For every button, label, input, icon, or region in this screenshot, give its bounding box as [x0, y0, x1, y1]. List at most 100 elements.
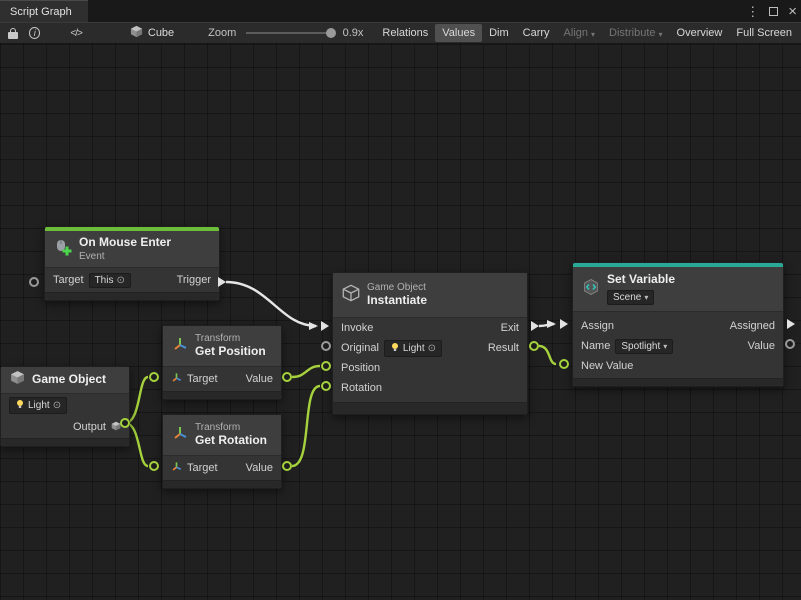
maximize-icon[interactable]: [769, 7, 778, 16]
lock-icon[interactable]: [8, 28, 17, 39]
wire-getrotation-value-to-rotation[interactable]: [292, 386, 320, 466]
port-instantiate-exit-out[interactable]: [531, 321, 539, 331]
light-icon: [390, 342, 400, 355]
node-footer: [163, 480, 281, 488]
node-surtitle: Game Object: [367, 282, 427, 293]
node-title: Get Position: [195, 345, 266, 359]
node-title: Instantiate: [367, 294, 427, 308]
close-icon[interactable]: ×: [788, 4, 797, 19]
overview-button[interactable]: Overview: [670, 24, 730, 42]
full-screen-button[interactable]: Full Screen: [729, 24, 799, 42]
node-footer: [1, 438, 129, 446]
values-button[interactable]: Values: [435, 24, 482, 42]
port-get-rotation-target-in[interactable]: [149, 461, 159, 471]
port-on-mouse-enter-target-in[interactable]: [29, 277, 39, 287]
variable-scope-dropdown[interactable]: Scene ▾: [607, 290, 654, 305]
toolbar-buttons: Relations Values Dim Carry Align▾ Distri…: [375, 23, 801, 43]
port-instantiate-original-in[interactable]: [321, 341, 331, 351]
node-surtitle: Transform: [195, 422, 267, 433]
port-set-variable-new-value-in[interactable]: [559, 359, 569, 369]
relations-button[interactable]: Relations: [375, 24, 435, 42]
port-label-trigger: Trigger: [177, 274, 211, 286]
node-instantiate[interactable]: Game Object Instantiate Invoke Exit Orig…: [332, 272, 528, 415]
variable-icon: [582, 278, 600, 301]
port-label-invoke: Invoke: [341, 322, 373, 334]
zoom-slider-track[interactable]: [246, 32, 334, 34]
script-graph-window: Script Graph ⋮ × i </> Cube Zoom 0.9x Re…: [0, 0, 801, 600]
graph-toolbar: i </> Cube Zoom 0.9x Relations Values Di…: [0, 22, 801, 44]
node-get-position[interactable]: Transform Get Position Target Value: [162, 325, 282, 400]
dim-button[interactable]: Dim: [482, 24, 516, 42]
port-set-variable-assign-in[interactable]: [560, 319, 568, 329]
node-on-mouse-enter[interactable]: On Mouse Enter Event Target This ⊙ Trigg…: [44, 226, 220, 301]
node-title: On Mouse Enter: [79, 236, 171, 250]
node-footer: [163, 391, 281, 399]
port-label-value: Value: [748, 340, 775, 352]
zoom-slider-handle[interactable]: [326, 28, 336, 38]
port-label-assign: Assign: [581, 320, 614, 332]
port-instantiate-rotation-in[interactable]: [321, 381, 331, 391]
graph-canvas[interactable]: On Mouse Enter Event Target This ⊙ Trigg…: [0, 44, 801, 600]
game-object-field[interactable]: Light ⊙: [9, 397, 67, 414]
distribute-button[interactable]: Distribute▾: [602, 24, 669, 42]
tab-script-graph[interactable]: Script Graph: [0, 0, 88, 22]
wire-result-to-new-value[interactable]: [539, 346, 556, 364]
port-game-object-output[interactable]: [120, 418, 130, 428]
variable-name-dropdown[interactable]: Spotlight ▾: [615, 339, 673, 354]
port-instantiate-invoke-in[interactable]: [321, 321, 329, 331]
port-label-target: Target: [187, 373, 218, 385]
cube-icon: [342, 284, 360, 307]
node-surtitle: Transform: [195, 333, 266, 344]
port-label-result: Result: [488, 342, 519, 354]
port-label-assigned: Assigned: [730, 320, 775, 332]
object-picker-icon: ⊙: [53, 400, 61, 411]
node-set-variable[interactable]: Set Variable Scene ▾ Assign Assigned: [572, 262, 784, 387]
port-label-value: Value: [246, 373, 273, 385]
zoom-label: Zoom: [208, 27, 236, 39]
chevron-down-icon: ▾: [663, 342, 667, 351]
code-view-icon[interactable]: </>: [70, 28, 81, 39]
wire-exit-to-assign[interactable]: [539, 324, 554, 326]
port-get-position-value-out[interactable]: [282, 372, 292, 382]
target-object-field[interactable]: This ⊙: [89, 273, 131, 288]
original-object-field[interactable]: Light ⊙: [384, 340, 442, 357]
port-label-position: Position: [341, 362, 380, 374]
port-instantiate-result-out[interactable]: [529, 341, 539, 351]
window-controls: ⋮ ×: [746, 0, 797, 22]
port-set-variable-assigned-out[interactable]: [787, 319, 795, 329]
cube-icon: [10, 370, 25, 390]
graph-context-object[interactable]: Cube: [130, 25, 174, 41]
chevron-down-icon: ▾: [659, 30, 663, 39]
align-button[interactable]: Align▾: [557, 24, 602, 42]
transform-icon: [172, 336, 188, 357]
port-set-variable-value-out[interactable]: [785, 339, 795, 349]
context-object-label: Cube: [148, 27, 174, 39]
carry-button[interactable]: Carry: [516, 24, 557, 42]
port-on-mouse-enter-trigger-out[interactable]: [218, 277, 226, 287]
zoom-slider[interactable]: [246, 27, 334, 39]
node-game-object-literal[interactable]: Game Object Light ⊙ Output: [0, 366, 130, 447]
port-label-original: Original: [341, 342, 379, 354]
node-get-rotation[interactable]: Transform Get Rotation Target Value: [162, 414, 282, 489]
transform-icon: [171, 461, 182, 475]
transform-icon: [171, 372, 182, 386]
port-label-exit: Exit: [501, 322, 519, 334]
zoom-value: 0.9x: [343, 27, 364, 39]
object-picker-icon: ⊙: [116, 275, 124, 286]
chevron-down-icon: ▾: [644, 293, 648, 302]
node-subtitle: Event: [79, 251, 171, 262]
node-title: Game Object: [32, 373, 106, 387]
port-label-new-value: New Value: [581, 360, 633, 372]
tab-title: Script Graph: [10, 6, 72, 18]
port-get-position-target-in[interactable]: [149, 372, 159, 382]
info-icon[interactable]: i: [29, 27, 40, 39]
node-footer: [573, 378, 783, 386]
node-footer: [333, 402, 527, 414]
cube-icon: [130, 25, 143, 41]
wire-getposition-value-to-position[interactable]: [292, 366, 320, 377]
mouse-event-icon: [54, 238, 72, 261]
wire-trigger-to-invoke[interactable]: [226, 282, 316, 326]
port-get-rotation-value-out[interactable]: [282, 461, 292, 471]
port-instantiate-position-in[interactable]: [321, 361, 331, 371]
window-menu-icon[interactable]: ⋮: [746, 5, 759, 18]
